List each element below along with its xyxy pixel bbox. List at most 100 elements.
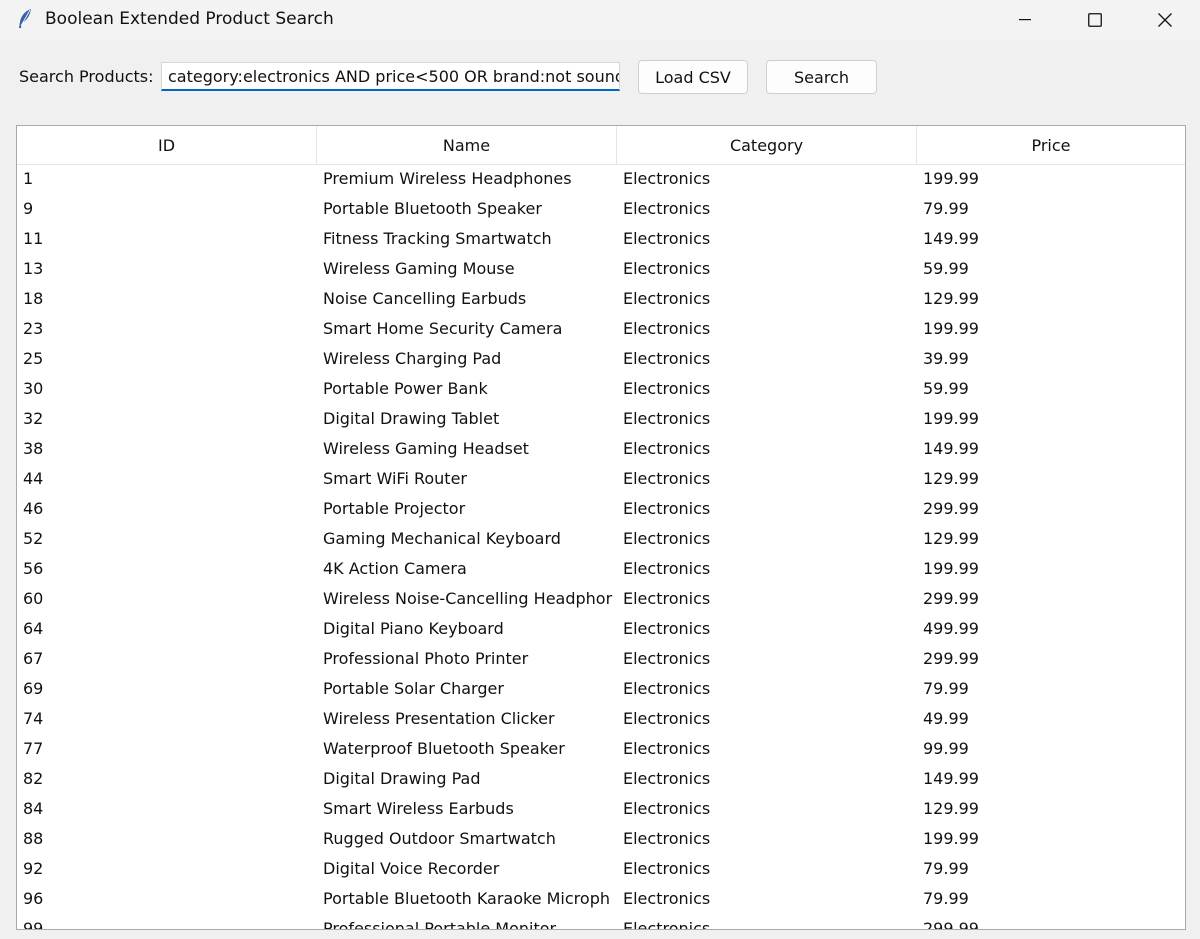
column-header-category[interactable]: Category	[617, 126, 917, 164]
table-row[interactable]: 67 Professional Photo Printer Electronics 2…	[17, 644, 1185, 674]
table-row[interactable]: 96 Portable Bluetooth Karaoke Microph Elec…	[17, 884, 1185, 914]
table-row[interactable]: 23 Smart Home Security Camera Electronics 1…	[17, 314, 1185, 344]
close-button[interactable]	[1130, 0, 1200, 40]
search-label: Search Products:	[19, 67, 154, 86]
cell-id: 44	[23, 469, 44, 488]
cell-category: Electronics	[623, 469, 711, 488]
cell-id: 74	[23, 709, 44, 728]
load-csv-button[interactable]: Load CSV	[638, 60, 748, 94]
maximize-button[interactable]	[1060, 0, 1130, 40]
table-row[interactable]: 56 4K Action Camera Electronics 199.99	[17, 554, 1185, 584]
cell-name: Wireless Gaming Headset	[323, 439, 529, 458]
cell-id: 11	[23, 229, 44, 248]
minimize-icon	[1019, 19, 1031, 21]
minimize-button[interactable]	[990, 0, 1060, 40]
table-row[interactable]: 52 Gaming Mechanical Keyboard Electronics 1…	[17, 524, 1185, 554]
table-row[interactable]: 64 Digital Piano Keyboard Electronics 499.9…	[17, 614, 1185, 644]
cell-id: 64	[23, 619, 44, 638]
table-row[interactable]: 60 Wireless Noise-Cancelling Headphor Elec…	[17, 584, 1185, 614]
results-table[interactable]: ID Name Category Price 1 Premium Wireless…	[16, 125, 1186, 930]
cell-name: Portable Solar Charger	[323, 679, 504, 698]
cell-category: Electronics	[623, 829, 711, 848]
cell-name: Professional Photo Printer	[323, 649, 529, 668]
table-row[interactable]: 11 Fitness Tracking Smartwatch Electronics…	[17, 224, 1185, 254]
cell-price: 59.99	[923, 259, 969, 278]
cell-name: Portable Bluetooth Karaoke Microph	[323, 889, 610, 908]
table-row[interactable]: 88 Rugged Outdoor Smartwatch Electronics 19…	[17, 824, 1185, 854]
column-header-name[interactable]: Name	[317, 126, 617, 164]
cell-id: 52	[23, 529, 44, 548]
table-row[interactable]: 9 Portable Bluetooth Speaker Electronics 79…	[17, 194, 1185, 224]
cell-id: 92	[23, 859, 44, 878]
table-row[interactable]: 69 Portable Solar Charger Electronics 79.99	[17, 674, 1185, 704]
table-row[interactable]: 30 Portable Power Bank Electronics 59.99	[17, 374, 1185, 404]
cell-id: 84	[23, 799, 44, 818]
table-row[interactable]: 32 Digital Drawing Tablet Electronics 199.9…	[17, 404, 1185, 434]
table-row[interactable]: 77 Waterproof Bluetooth Speaker Electronic…	[17, 734, 1185, 764]
table-row[interactable]: 99 Professional Portable Monitor Electroni…	[17, 914, 1185, 929]
table-row[interactable]: 82 Digital Drawing Pad Electronics 149.99	[17, 764, 1185, 794]
cell-category: Electronics	[623, 649, 711, 668]
cell-category: Electronics	[623, 769, 711, 788]
cell-name: Rugged Outdoor Smartwatch	[323, 829, 556, 848]
cell-price: 499.99	[923, 619, 979, 638]
cell-category: Electronics	[623, 859, 711, 878]
cell-price: 299.99	[923, 499, 979, 518]
cell-category: Electronics	[623, 559, 711, 578]
cell-price: 79.99	[923, 199, 969, 218]
table-row[interactable]: 46 Portable Projector Electronics 299.99	[17, 494, 1185, 524]
search-input[interactable]: category:electronics AND price<500 OR br…	[161, 62, 620, 91]
cell-id: 88	[23, 829, 44, 848]
table-row[interactable]: 44 Smart WiFi Router Electronics 129.99	[17, 464, 1185, 494]
cell-id: 9	[23, 199, 34, 218]
cell-category: Electronics	[623, 499, 711, 518]
cell-category: Electronics	[623, 799, 711, 818]
table-row[interactable]: 18 Noise Cancelling Earbuds Electronics 129…	[17, 284, 1185, 314]
cell-category: Electronics	[623, 529, 711, 548]
cell-price: 79.99	[923, 859, 969, 878]
cell-name: Wireless Presentation Clicker	[323, 709, 555, 728]
cell-category: Electronics	[623, 169, 711, 188]
cell-name: Digital Piano Keyboard	[323, 619, 504, 638]
cell-name: Digital Voice Recorder	[323, 859, 500, 878]
table-row[interactable]: 84 Smart Wireless Earbuds Electronics 129.9…	[17, 794, 1185, 824]
cell-price: 299.99	[923, 589, 979, 608]
cell-name: Wireless Noise-Cancelling Headphor	[323, 589, 613, 608]
cell-price: 129.99	[923, 529, 979, 548]
cell-price: 199.99	[923, 829, 979, 848]
table-row[interactable]: 74 Wireless Presentation Clicker Electroni…	[17, 704, 1185, 734]
table-row[interactable]: 1 Premium Wireless Headphones Electronics 1…	[17, 164, 1185, 194]
cell-price: 129.99	[923, 469, 979, 488]
column-header-price[interactable]: Price	[917, 126, 1185, 164]
maximize-icon	[1088, 13, 1102, 27]
column-header-id[interactable]: ID	[17, 126, 317, 164]
cell-category: Electronics	[623, 619, 711, 638]
cell-category: Electronics	[623, 349, 711, 368]
cell-id: 82	[23, 769, 44, 788]
cell-id: 60	[23, 589, 44, 608]
table-row[interactable]: 25 Wireless Charging Pad Electronics 39.99	[17, 344, 1185, 374]
cell-name: Premium Wireless Headphones	[323, 169, 572, 188]
cell-name: Portable Projector	[323, 499, 466, 518]
feather-icon	[16, 8, 34, 30]
cell-name: Wireless Charging Pad	[323, 349, 502, 368]
cell-id: 69	[23, 679, 44, 698]
table-row[interactable]: 92 Digital Voice Recorder Electronics 79.99	[17, 854, 1185, 884]
cell-id: 46	[23, 499, 44, 518]
cell-id: 56	[23, 559, 44, 578]
title-bar: Boolean Extended Product Search	[0, 0, 1200, 40]
cell-name: Noise Cancelling Earbuds	[323, 289, 527, 308]
cell-id: 25	[23, 349, 44, 368]
cell-id: 18	[23, 289, 44, 308]
cell-price: 129.99	[923, 289, 979, 308]
cell-price: 149.99	[923, 769, 979, 788]
cell-price: 299.99	[923, 649, 979, 668]
cell-category: Electronics	[623, 439, 711, 458]
table-row[interactable]: 38 Wireless Gaming Headset Electronics 149.…	[17, 434, 1185, 464]
search-button[interactable]: Search	[766, 60, 877, 94]
cell-name: Portable Bluetooth Speaker	[323, 199, 542, 218]
table-row[interactable]: 13 Wireless Gaming Mouse Electronics 59.99	[17, 254, 1185, 284]
cell-name: Smart WiFi Router	[323, 469, 467, 488]
cell-price: 199.99	[923, 409, 979, 428]
cell-price: 59.99	[923, 379, 969, 398]
